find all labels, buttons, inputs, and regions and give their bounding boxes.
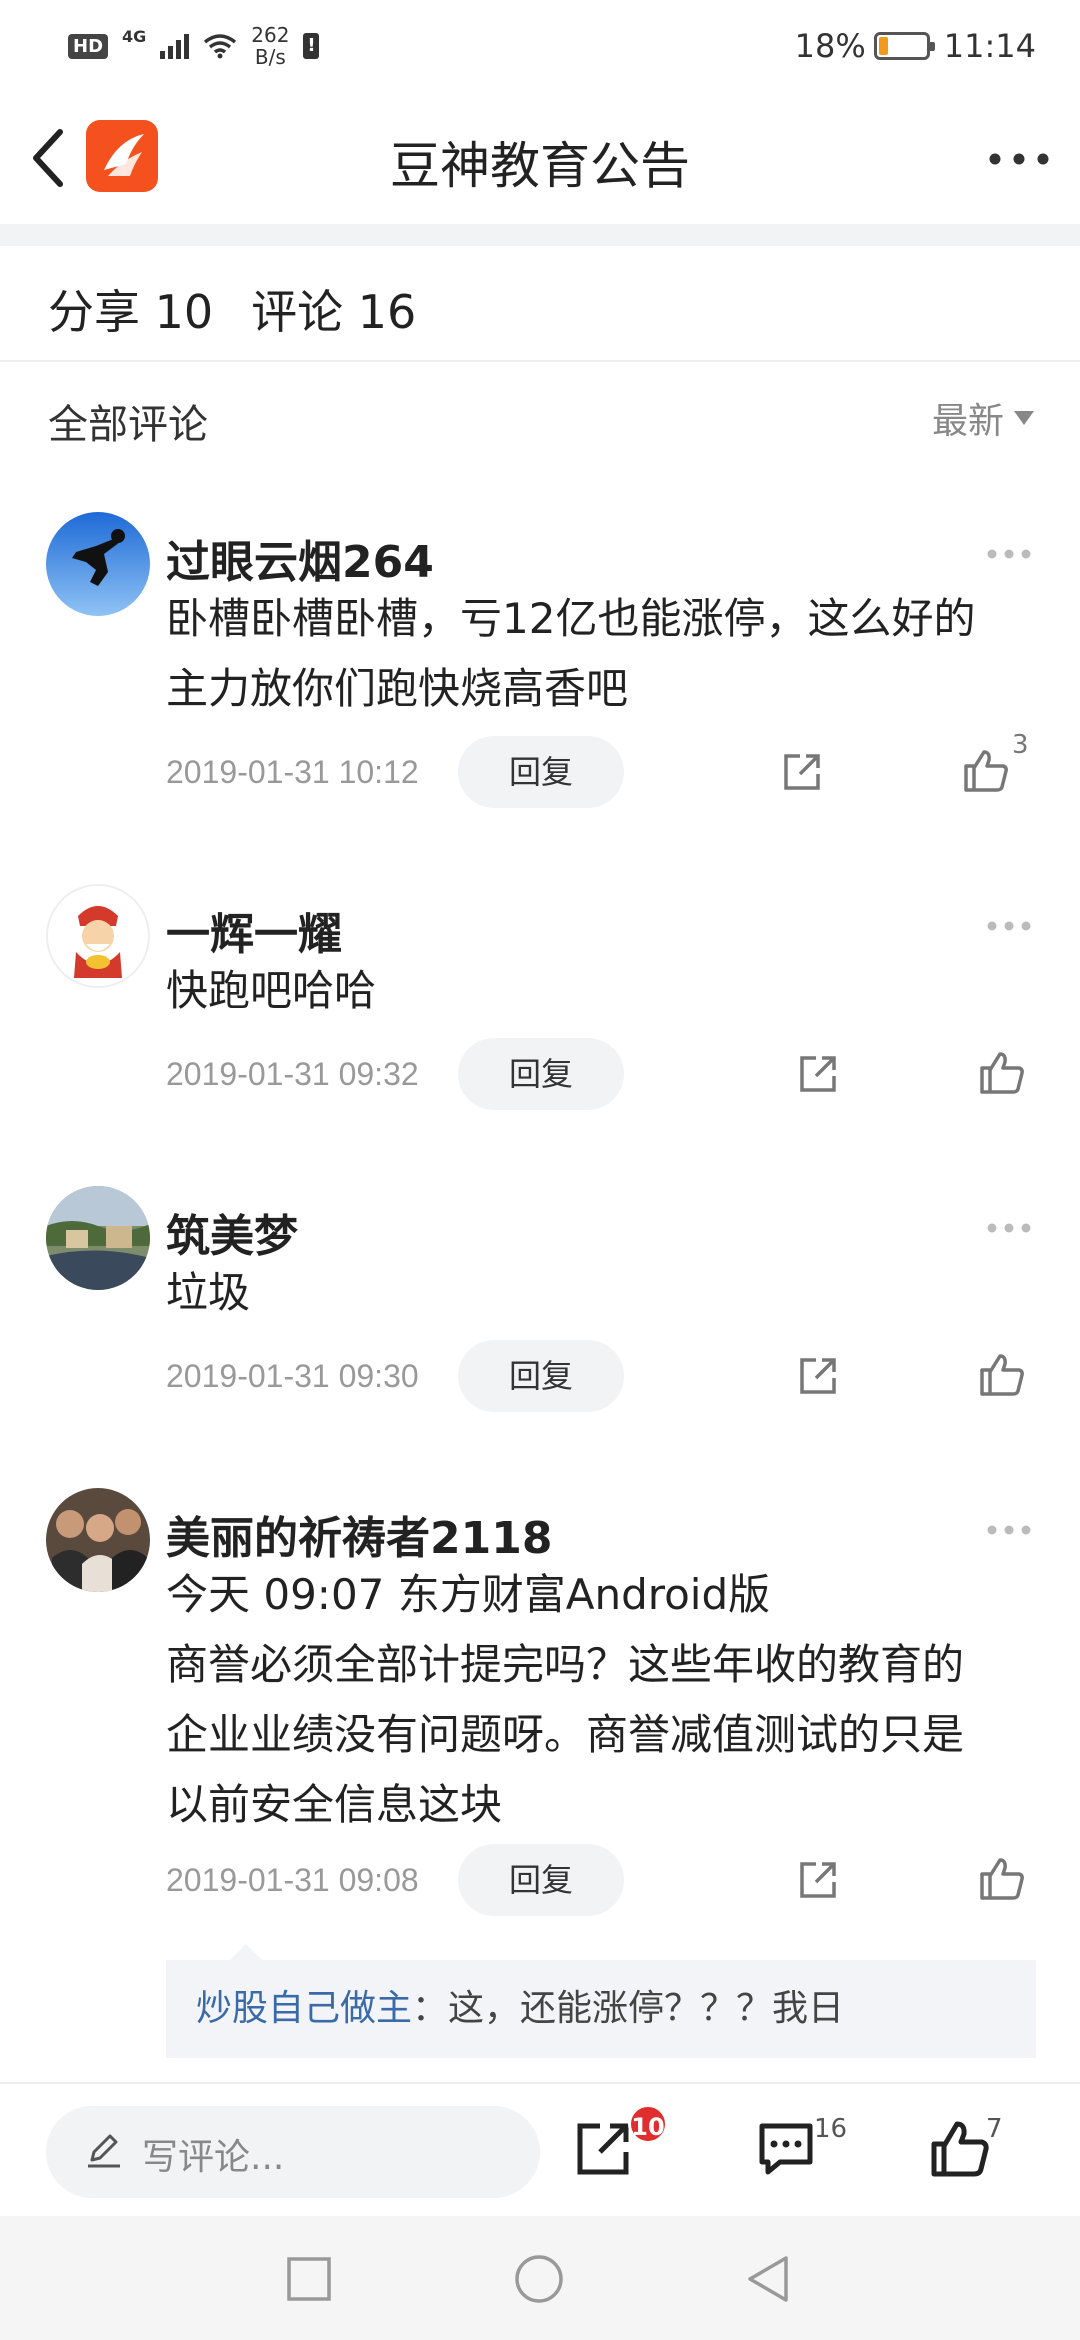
avatar-image bbox=[46, 1186, 150, 1290]
comment-text: 快跑吧哈哈 bbox=[166, 956, 1036, 1026]
net-speed-value: 262 bbox=[251, 23, 290, 47]
reply-button[interactable]: 回复 bbox=[458, 1038, 624, 1110]
reply-button[interactable]: 回复 bbox=[458, 736, 624, 808]
more-icon[interactable] bbox=[988, 152, 1050, 166]
home-icon[interactable] bbox=[514, 2254, 564, 2304]
comment-icon[interactable] bbox=[756, 2118, 816, 2178]
like-icon[interactable] bbox=[930, 2118, 990, 2178]
signal-icon bbox=[160, 33, 190, 59]
comment-author[interactable]: 美丽的祈祷者2118 bbox=[166, 1502, 552, 1566]
share-icon[interactable] bbox=[796, 1858, 840, 1902]
battery-level bbox=[878, 37, 888, 55]
comment-line: 主力放你们跑快烧高香吧 bbox=[166, 664, 629, 713]
separator-strip bbox=[0, 224, 1080, 246]
comment-time: 2019-01-31 09:08 bbox=[166, 1862, 419, 1898]
back-nav-icon[interactable] bbox=[744, 2254, 794, 2304]
net-speed-unit: B/s bbox=[254, 45, 286, 69]
share-badge: 10 bbox=[628, 2104, 668, 2144]
avatar-image bbox=[46, 1488, 150, 1592]
comment-line: 垃圾 bbox=[166, 1268, 251, 1317]
avatar[interactable] bbox=[46, 884, 150, 988]
comment-line: 以前安全信息这块 bbox=[166, 1780, 503, 1829]
like-icon[interactable] bbox=[978, 1350, 1026, 1398]
stats-row: 分享 10 评论 16 bbox=[48, 276, 416, 342]
net-speed: 262 B/s bbox=[251, 24, 289, 68]
comment-line: 商誉必须全部计提完吗？这些年收的教育的 bbox=[166, 1640, 965, 1689]
avatar-image bbox=[46, 512, 150, 616]
clock: 11:14 bbox=[943, 27, 1036, 65]
comment-more-icon[interactable] bbox=[986, 1524, 1032, 1536]
comment-line: 快跑吧哈哈 bbox=[166, 966, 377, 1015]
hd-icon: HD bbox=[68, 33, 109, 59]
title-bar: 豆神教育公告 bbox=[0, 96, 1080, 224]
sub-reply[interactable]: 炒股自己做主：这，还能涨停？？？我日 bbox=[166, 1944, 1036, 2058]
sub-reply-text: ：这，还能涨停？？？我日 bbox=[412, 1988, 845, 2029]
share-icon[interactable] bbox=[574, 2118, 634, 2178]
alert-icon: ! bbox=[303, 33, 320, 59]
comment-author[interactable]: 筑美梦 bbox=[166, 1200, 298, 1264]
recent-apps-icon[interactable] bbox=[284, 2254, 334, 2304]
comment-input-placeholder: 写评论... bbox=[142, 2137, 285, 2178]
share-icon[interactable] bbox=[796, 1052, 840, 1096]
reply-button[interactable]: 回复 bbox=[458, 1340, 624, 1412]
wifi-icon bbox=[204, 34, 237, 59]
share-icon[interactable] bbox=[780, 750, 824, 794]
section-title: 全部评论 bbox=[48, 402, 208, 448]
comment-count-badge: 16 bbox=[814, 2114, 848, 2144]
status-bar: HD 4G 262 B/s ! 18% 11:14 bbox=[0, 0, 1080, 92]
comment-input[interactable]: 写评论... bbox=[46, 2106, 540, 2198]
avatar[interactable] bbox=[46, 1488, 150, 1592]
page-title: 豆神教育公告 bbox=[390, 137, 690, 195]
like-icon[interactable] bbox=[978, 1048, 1026, 1096]
comment-count[interactable]: 评论 16 bbox=[251, 276, 416, 342]
comment-meta: 2019-01-31 09:30 回复 bbox=[166, 1340, 1036, 1412]
divider bbox=[0, 360, 1080, 362]
action-bar: 写评论... 10 16 7 bbox=[0, 2082, 1080, 2216]
share-icon[interactable] bbox=[796, 1354, 840, 1398]
caret-down-icon bbox=[1014, 411, 1034, 425]
like-icon[interactable] bbox=[978, 1854, 1026, 1902]
comment-meta: 2019-01-31 10:12 回复 3 bbox=[166, 730, 1036, 808]
share-count[interactable]: 分享 10 bbox=[48, 276, 213, 342]
like-icon[interactable] bbox=[962, 746, 1010, 794]
comment-time: 2019-01-31 10:12 bbox=[166, 754, 419, 790]
battery-percent: 18% bbox=[794, 27, 866, 65]
comment-text: 垃圾 bbox=[166, 1258, 1036, 1328]
comment-more-icon[interactable] bbox=[986, 920, 1032, 932]
comment-time: 2019-01-31 09:32 bbox=[166, 1056, 419, 1092]
comment-author[interactable]: 一辉一耀 bbox=[166, 898, 342, 962]
avatar[interactable] bbox=[46, 512, 150, 616]
comment-line: 企业业绩没有问题呀。商誉减值测试的只是 bbox=[166, 1710, 965, 1759]
network-type: 4G bbox=[122, 26, 147, 46]
sort-label: 最新 bbox=[931, 401, 1004, 442]
comment-time: 2019-01-31 09:30 bbox=[166, 1358, 419, 1394]
system-nav-bar bbox=[0, 2216, 1080, 2340]
like-count-badge: 7 bbox=[986, 2114, 1003, 2144]
comment-line: 今天 09:07 东方财富Android版 bbox=[166, 1570, 771, 1619]
comment-author[interactable]: 过眼云烟264 bbox=[166, 526, 434, 590]
comment-meta: 2019-01-31 09:08 回复 bbox=[166, 1844, 1036, 1916]
comment-more-icon[interactable] bbox=[986, 548, 1032, 560]
comment-text: 今天 09:07 东方财富Android版 商誉必须全部计提完吗？这些年收的教育… bbox=[166, 1560, 1036, 1840]
avatar[interactable] bbox=[46, 1186, 150, 1290]
comment-line: 卧槽卧槽卧槽，亏12亿也能涨停，这么好的 bbox=[166, 594, 976, 643]
pencil-icon bbox=[88, 2134, 120, 2168]
reply-button[interactable]: 回复 bbox=[458, 1844, 624, 1916]
sort-dropdown[interactable]: 最新 bbox=[932, 392, 1034, 444]
comment-text: 卧槽卧槽卧槽，亏12亿也能涨停，这么好的 主力放你们跑快烧高香吧 bbox=[166, 584, 1036, 724]
comment-more-icon[interactable] bbox=[986, 1222, 1032, 1234]
like-count: 3 bbox=[1012, 730, 1029, 760]
avatar-image bbox=[48, 886, 148, 986]
sub-reply-author[interactable]: 炒股自己做主 bbox=[196, 1988, 412, 2029]
comment-meta: 2019-01-31 09:32 回复 bbox=[166, 1038, 1036, 1110]
battery-icon bbox=[873, 32, 935, 60]
